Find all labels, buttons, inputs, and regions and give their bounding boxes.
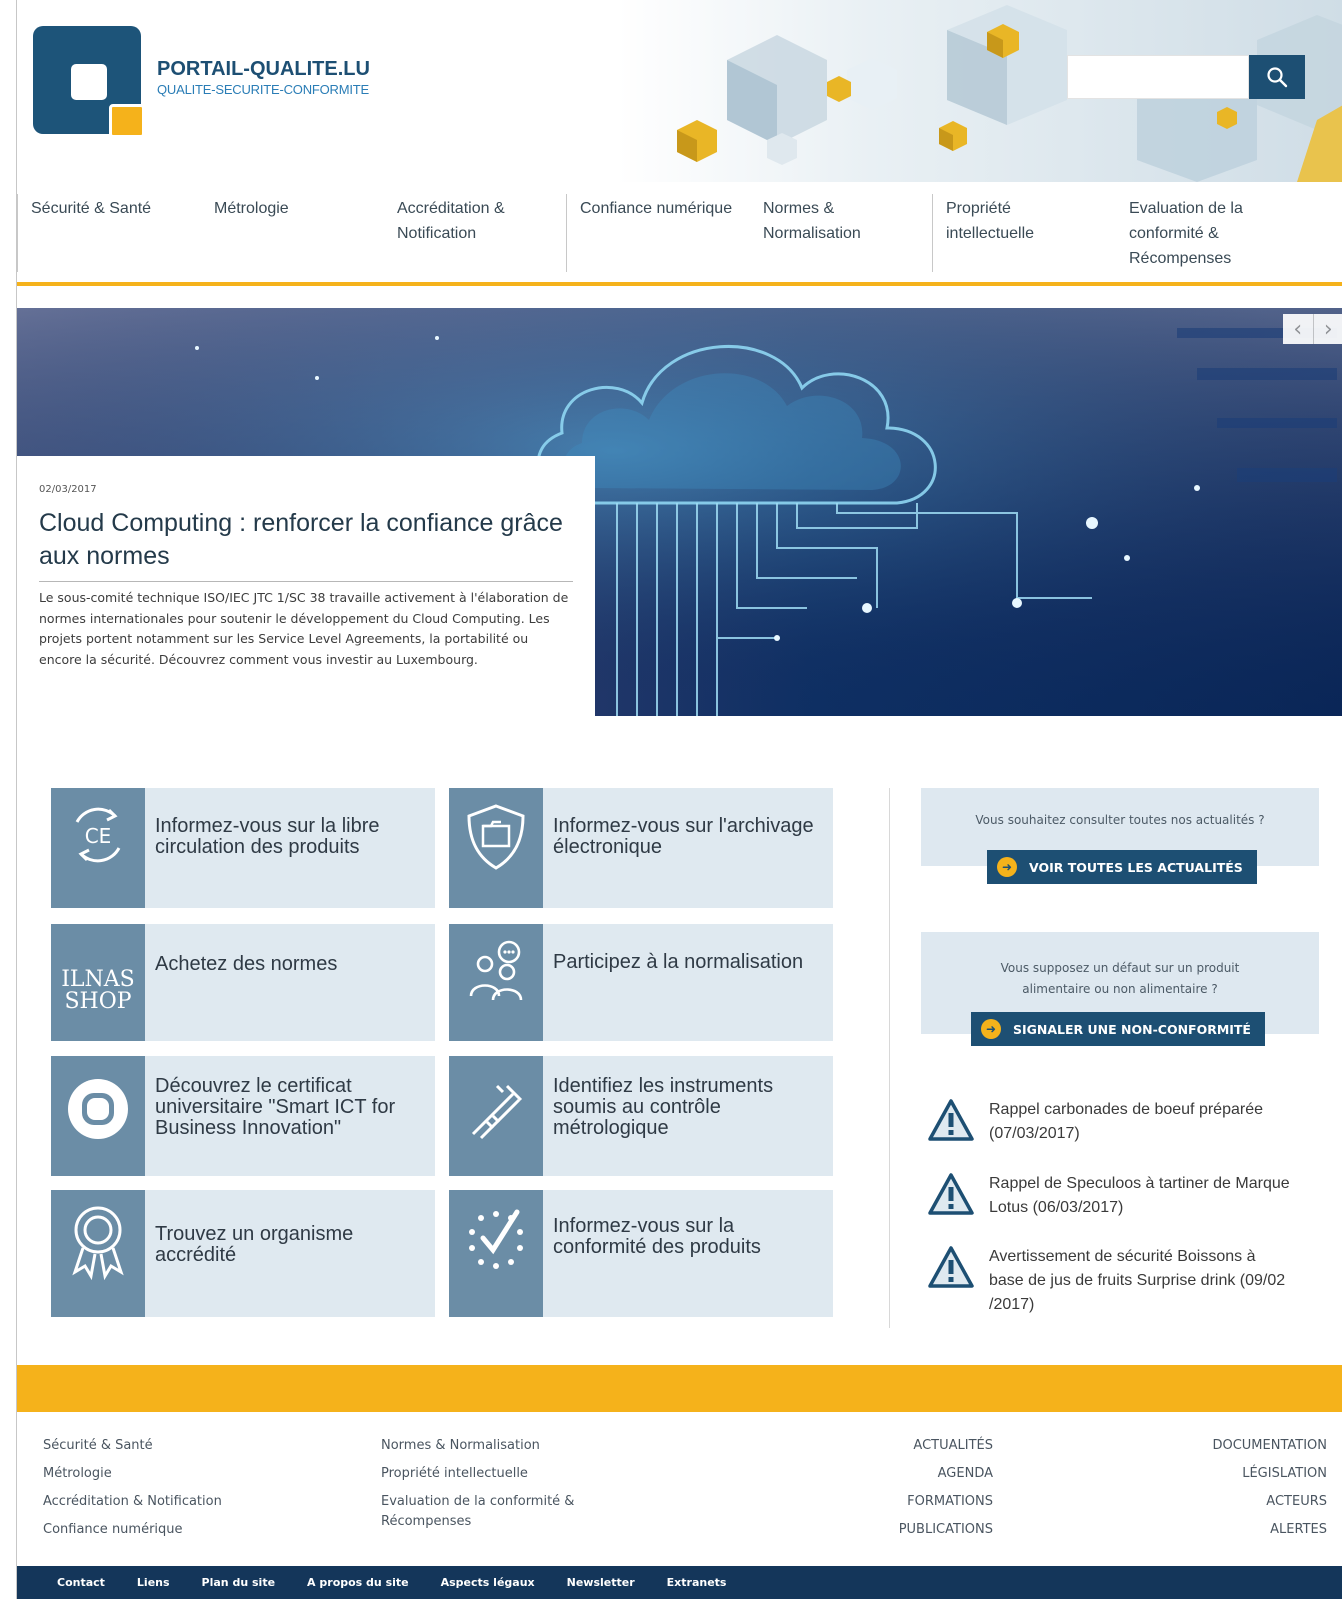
footer-link[interactable]: Accréditation & Notification bbox=[43, 1488, 343, 1516]
footer-link[interactable]: Métrologie bbox=[43, 1460, 343, 1488]
nav-item-confiance-numerique[interactable]: Confiance numérique bbox=[566, 182, 749, 282]
report-box-text: Vous supposez un défaut sur un produit a… bbox=[1000, 961, 1240, 996]
check-stars-icon bbox=[449, 1190, 543, 1317]
footer-link[interactable]: ACTEURS bbox=[1127, 1488, 1327, 1516]
nav-item-accreditation[interactable]: Accréditation & Notification bbox=[383, 182, 566, 282]
tile-certificat-smart-ict[interactable]: Découvrez le certificat universitaire "S… bbox=[51, 1056, 435, 1176]
footer-link-newsletter[interactable]: Newsletter bbox=[567, 1576, 635, 1589]
footer-link[interactable]: AGENDA bbox=[807, 1460, 993, 1488]
award-ribbon-icon bbox=[51, 1190, 145, 1317]
ce-marking-icon: CE bbox=[51, 788, 145, 908]
warning-icon bbox=[928, 1173, 974, 1215]
hero-prev-button[interactable]: ‹ bbox=[1283, 314, 1313, 344]
footer-link-contact[interactable]: Contact bbox=[57, 1576, 105, 1589]
tile-libre-circulation[interactable]: CE Informez-vous sur la libre circulatio… bbox=[51, 788, 435, 908]
footer-link[interactable]: ACTUALITÉS bbox=[807, 1432, 993, 1460]
alert-item[interactable]: Rappel de Speculoos à tartiner de Marque… bbox=[927, 1172, 1327, 1220]
hero-caption: 02/03/2017 Cloud Computing : renforcer l… bbox=[17, 456, 595, 716]
footer-col-themes-2: Normes & Normalisation Propriété intelle… bbox=[381, 1432, 631, 1532]
tile-controle-metrologique[interactable]: Identifiez les instruments soumis au con… bbox=[449, 1056, 833, 1176]
footer-link[interactable]: Normes & Normalisation bbox=[381, 1432, 631, 1460]
ilnas-shop-logo: ILNAS SHOP bbox=[51, 924, 145, 1041]
certificate-logo-icon bbox=[51, 1056, 145, 1176]
page: PORTAIL-QUALITE.LU QUALITE-SECURITE-CONF… bbox=[16, 0, 1342, 1599]
footer-accent-bar bbox=[17, 1365, 1342, 1412]
report-non-conformity-button[interactable]: ➜ SIGNALER UNE NON-CONFORMITÉ bbox=[971, 1012, 1265, 1046]
footer-link[interactable]: FORMATIONS bbox=[807, 1488, 993, 1516]
alert-text: Rappel de Speculoos à tartiner de Marque… bbox=[989, 1175, 1290, 1216]
footer-link-plan-du-site[interactable]: Plan du site bbox=[202, 1576, 276, 1589]
footer-link[interactable]: Evaluation de la conformité & Récompense… bbox=[381, 1488, 631, 1532]
alert-item[interactable]: Rappel carbonades de boeuf préparée (07/… bbox=[927, 1098, 1327, 1146]
view-all-news-button[interactable]: ➜ VOIR TOUTES LES ACTUALITÉS bbox=[987, 850, 1257, 884]
footer-link-aspects-legaux[interactable]: Aspects légaux bbox=[441, 1576, 535, 1589]
footer-col-news: ACTUALITÉS AGENDA FORMATIONS PUBLICATION… bbox=[807, 1432, 993, 1544]
main-nav: Sécurité & Santé Métrologie Accréditatio… bbox=[17, 182, 1342, 286]
search-input[interactable] bbox=[1067, 55, 1249, 99]
footer-link[interactable]: Confiance numérique bbox=[43, 1516, 343, 1544]
hero-slider: ‹ › 02/03/2017 Cloud Computing : renforc… bbox=[17, 308, 1342, 716]
footer-link[interactable]: DOCUMENTATION bbox=[1127, 1432, 1327, 1460]
tile-label: Achetez des normes bbox=[155, 953, 338, 975]
tile-label: Identifiez les instruments soumis au con… bbox=[553, 1075, 774, 1139]
nav-item-evaluation-conformite[interactable]: Evaluation de la conformité & Récompense… bbox=[1115, 182, 1298, 282]
people-discussion-icon bbox=[449, 924, 543, 1041]
logo-mark[interactable] bbox=[33, 26, 145, 138]
logo-title[interactable]: PORTAIL-QUALITE.LU bbox=[157, 58, 370, 81]
footer-link-a-propos[interactable]: A propos du site bbox=[307, 1576, 409, 1589]
tile-organisme-accredite[interactable]: Trouvez un organisme accrédité bbox=[51, 1190, 435, 1317]
svg-text:CE: CE bbox=[85, 824, 112, 848]
news-box-text: Vous souhaitez consulter toutes nos actu… bbox=[975, 813, 1265, 827]
hero-text: Le sous-comité technique ISO/IEC JTC 1/S… bbox=[39, 590, 569, 667]
tile-participez-normalisation[interactable]: Participez à la normalisation bbox=[449, 924, 833, 1041]
header: PORTAIL-QUALITE.LU QUALITE-SECURITE-CONF… bbox=[17, 0, 1342, 182]
tile-label: Découvrez le certificat universitaire "S… bbox=[155, 1075, 396, 1139]
footer-link[interactable]: ALERTES bbox=[1127, 1516, 1327, 1544]
footer-link-extranets[interactable]: Extranets bbox=[667, 1576, 727, 1589]
warning-icon bbox=[928, 1246, 974, 1288]
caliper-icon bbox=[449, 1056, 543, 1176]
nav-item-securite-sante[interactable]: Sécurité & Santé bbox=[17, 182, 200, 282]
logo-subtitle: QUALITE-SECURITE-CONFORMITE bbox=[157, 82, 369, 97]
tile-conformite-produits[interactable]: Informez-vous sur la conformité des prod… bbox=[449, 1190, 833, 1317]
footer-col-resources: DOCUMENTATION LÉGISLATION ACTEURS ALERTE… bbox=[1127, 1432, 1327, 1544]
alert-item[interactable]: Avertissement de sécurité Boissons à bas… bbox=[927, 1245, 1327, 1317]
tile-achetez-normes[interactable]: ILNAS SHOP Achetez des normes bbox=[51, 924, 435, 1041]
arrow-right-icon: ➜ bbox=[997, 857, 1017, 877]
footer-link[interactable]: Sécurité & Santé bbox=[43, 1432, 343, 1460]
tile-label: Informez-vous sur la libre circulation d… bbox=[155, 815, 380, 858]
hero-nav: ‹ › bbox=[1283, 314, 1342, 344]
nav-item-propriete-intellectuelle[interactable]: Propriété intellectuelle bbox=[932, 182, 1115, 282]
column-divider bbox=[889, 788, 890, 1328]
footer-bottom-bar: Contact Liens Plan du site A propos du s… bbox=[17, 1566, 1342, 1599]
footer-col-themes-1: Sécurité & Santé Métrologie Accréditatio… bbox=[43, 1432, 343, 1544]
tile-archivage[interactable]: Informez-vous sur l'archivage électroniq… bbox=[449, 788, 833, 908]
shield-folder-icon bbox=[449, 788, 543, 908]
warning-icon bbox=[928, 1099, 974, 1141]
hero-next-button[interactable]: › bbox=[1312, 314, 1342, 344]
hero-date: 02/03/2017 bbox=[39, 484, 97, 495]
hero-title[interactable]: Cloud Computing : renforcer la confiance… bbox=[39, 507, 573, 582]
nav-item-metrologie[interactable]: Métrologie bbox=[200, 182, 383, 282]
footer-link[interactable]: Propriété intellectuelle bbox=[381, 1460, 631, 1488]
footer-link[interactable]: PUBLICATIONS bbox=[807, 1516, 993, 1544]
arrow-right-icon: ➜ bbox=[981, 1019, 1001, 1039]
search-icon bbox=[1267, 67, 1288, 88]
alert-text: Avertissement de sécurité Boissons à bas… bbox=[989, 1248, 1286, 1313]
footer-link[interactable]: LÉGISLATION bbox=[1127, 1460, 1327, 1488]
footer-link-liens[interactable]: Liens bbox=[137, 1576, 170, 1589]
tile-label: Informez-vous sur la conformité des prod… bbox=[553, 1215, 761, 1258]
search-button[interactable] bbox=[1249, 55, 1305, 99]
alert-text: Rappel carbonades de boeuf préparée (07/… bbox=[989, 1101, 1263, 1142]
nav-item-normes[interactable]: Normes & Normalisation bbox=[749, 182, 932, 282]
tile-label: Participez à la normalisation bbox=[553, 951, 804, 973]
tile-label: Trouvez un organisme accrédité bbox=[155, 1223, 354, 1266]
tile-label: Informez-vous sur l'archivage électroniq… bbox=[553, 815, 814, 858]
